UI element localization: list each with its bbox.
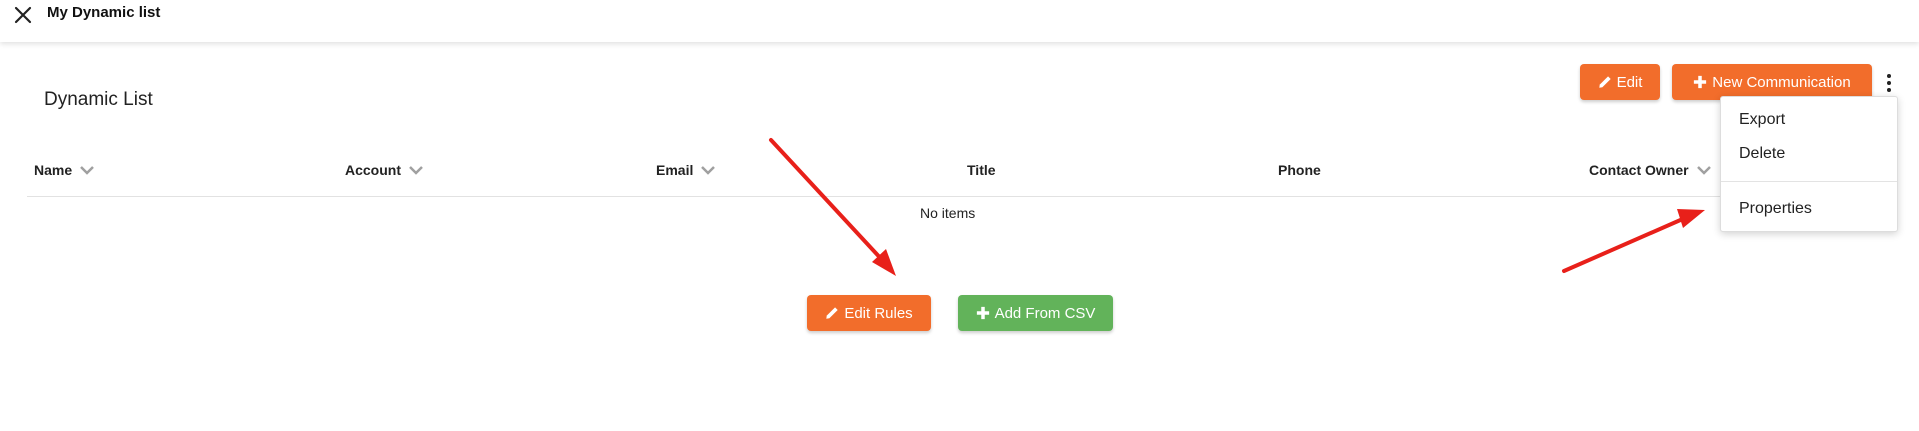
menu-item-delete[interactable]: Delete [1739,145,1785,163]
chevron-down-icon [80,166,95,175]
pencil-icon [1598,76,1611,88]
edit-rules-label: Edit Rules [844,304,913,322]
add-from-csv-label: Add From CSV [994,304,1096,322]
add-from-csv-button[interactable]: Add From CSV [958,295,1113,331]
edit-rules-button[interactable]: Edit Rules [807,295,931,331]
plus-icon [976,306,989,320]
menu-item-export[interactable]: Export [1739,111,1785,129]
top-bar: My Dynamic list [0,0,1919,42]
empty-state-text: No items [920,205,976,221]
menu-divider [1721,181,1897,182]
chevron-down-icon [1696,166,1711,175]
more-options-menu: Export Delete Properties [1720,96,1898,232]
column-header-name[interactable]: Name [34,162,95,178]
chevron-down-icon [701,166,716,175]
column-header-account[interactable]: Account [345,162,423,178]
table-header: Name Account Email Title Phone Contact O… [27,152,1887,197]
page-title: My Dynamic list [47,4,161,21]
chevron-down-icon [409,166,423,175]
menu-item-properties[interactable]: Properties [1739,200,1812,218]
vertical-dots-icon[interactable] [1880,70,1898,96]
plus-icon [1694,75,1707,89]
column-header-title[interactable]: Title [967,162,996,178]
new-communication-button[interactable]: New Communication [1672,64,1872,100]
edit-button-label: Edit [1616,73,1643,91]
column-header-email[interactable]: Email [656,162,716,178]
new-communication-label: New Communication [1712,73,1851,91]
list-title: Dynamic List [44,89,153,110]
annotation-arrow-properties [1562,209,1705,273]
edit-button[interactable]: Edit [1580,64,1660,100]
close-icon[interactable] [12,4,34,26]
column-header-phone[interactable]: Phone [1278,162,1321,178]
column-header-contact-owner[interactable]: Contact Owner [1589,162,1711,178]
pencil-icon [826,307,838,319]
